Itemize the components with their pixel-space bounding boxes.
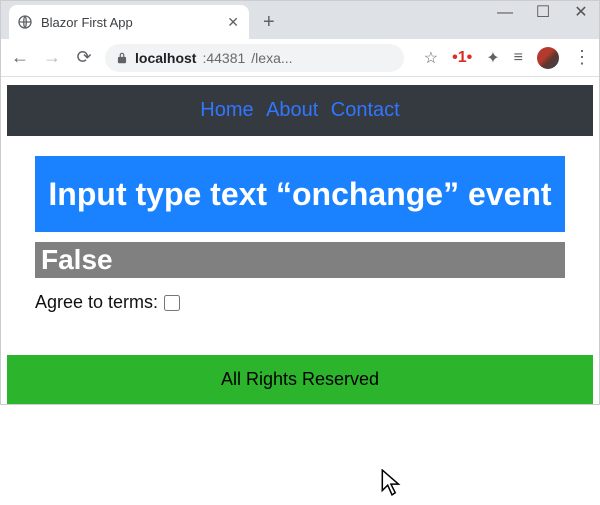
nav-link-contact[interactable]: Contact <box>331 99 400 121</box>
forward-button[interactable]: → <box>41 47 63 69</box>
page-viewport: Home About Contact Input type text “onch… <box>1 77 599 404</box>
footer-text: All Rights Reserved <box>221 369 379 389</box>
window-close-icon[interactable]: ✕ <box>569 5 593 21</box>
site-footer: All Rights Reserved <box>7 355 593 404</box>
new-tab-button[interactable]: + <box>263 5 275 39</box>
extensions-icon[interactable]: ✦ <box>486 48 499 68</box>
lock-icon <box>115 51 129 65</box>
reading-list-icon[interactable]: ≡ <box>514 49 523 67</box>
mouse-cursor-icon <box>381 469 403 502</box>
profile-avatar[interactable] <box>537 47 559 69</box>
page-heading: Input type text “onchange” event <box>35 156 565 232</box>
nav-link-about[interactable]: About <box>266 99 318 121</box>
window-maximize-icon[interactable]: ☐ <box>531 5 555 21</box>
status-value: False <box>35 242 565 278</box>
checkbox-label: Agree to terms: <box>35 292 158 313</box>
browser-tab[interactable]: Blazor First App ✕ <box>9 5 249 39</box>
window-titlebar: Blazor First App ✕ + — ☐ ✕ <box>1 1 599 39</box>
url-port: :44381 <box>202 50 245 66</box>
address-bar[interactable]: localhost :44381/lexa... <box>105 44 404 72</box>
close-tab-icon[interactable]: ✕ <box>227 14 239 31</box>
back-button[interactable]: ← <box>9 47 31 69</box>
url-path: /lexa... <box>251 50 292 66</box>
tab-title: Blazor First App <box>41 15 221 30</box>
site-navbar: Home About Contact <box>7 85 593 136</box>
window-minimize-icon[interactable]: — <box>493 5 517 21</box>
browser-toolbar: ← → ⟳ localhost:44381/lexa... ☆ •1• ✦ ≡ … <box>1 39 599 77</box>
extension-lastpass-icon[interactable]: •1• <box>452 49 472 67</box>
browser-menu-icon[interactable]: ⋮ <box>573 47 591 68</box>
agree-terms-checkbox[interactable] <box>164 295 180 311</box>
nav-link-home[interactable]: Home <box>200 99 253 121</box>
url-host: localhost <box>135 50 196 66</box>
globe-icon <box>17 14 33 30</box>
reload-button[interactable]: ⟳ <box>73 47 95 69</box>
bookmark-star-icon[interactable]: ☆ <box>424 48 438 68</box>
